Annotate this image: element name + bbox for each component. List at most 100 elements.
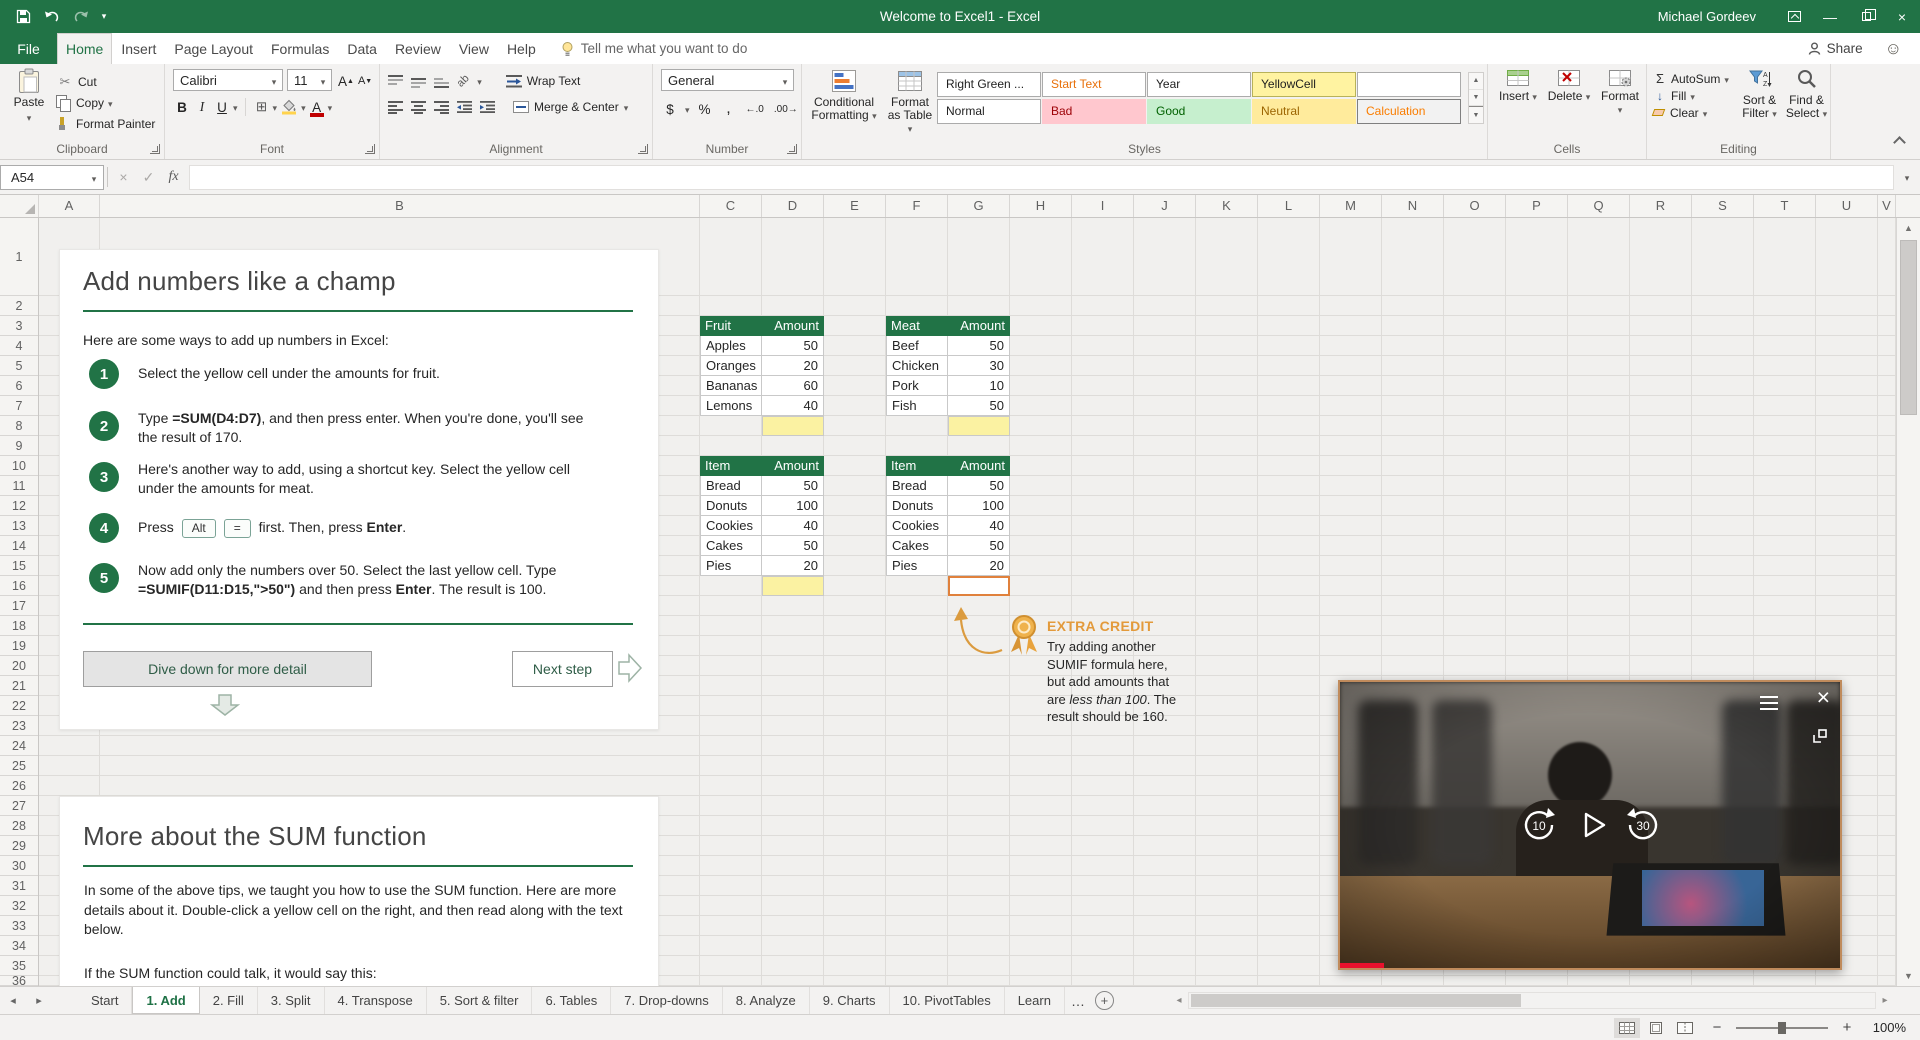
name-box[interactable]: A54	[0, 164, 104, 190]
find-select-button[interactable]: Find & Select	[1784, 68, 1829, 120]
column-header-G[interactable]: G	[948, 195, 1010, 217]
normal-view-button[interactable]	[1614, 1017, 1640, 1038]
format-painter-button[interactable]: Format Painter	[56, 113, 155, 134]
clear-button[interactable]: Clear	[1651, 104, 1729, 121]
ribbon-tab-home[interactable]: Home	[57, 33, 113, 64]
column-header-F[interactable]: F	[886, 195, 948, 217]
share-button[interactable]: Share	[1796, 41, 1875, 56]
alignment-dialog-launcher[interactable]	[638, 144, 648, 154]
underline-button[interactable]: U	[213, 97, 231, 117]
column-header-B[interactable]: B	[100, 195, 700, 217]
row-header-18[interactable]: 18	[0, 616, 38, 636]
table-row[interactable]: Bananas 60	[700, 376, 824, 396]
increase-decimal-icon[interactable]: ←.0	[744, 99, 766, 119]
paste-button[interactable]: Paste	[6, 68, 52, 124]
column-header-Q[interactable]: Q	[1568, 195, 1630, 217]
table-row[interactable]: Chicken 30	[886, 356, 1010, 376]
row-header-30[interactable]: 30	[0, 856, 38, 876]
row-header-25[interactable]: 25	[0, 756, 38, 776]
row-header-21[interactable]: 21	[0, 676, 38, 696]
close-icon[interactable]: ×	[1884, 0, 1920, 33]
gallery-down-icon[interactable]: ▼	[1469, 90, 1483, 107]
sheet-tab-3-split[interactable]: 3. Split	[258, 987, 325, 1014]
column-header-E[interactable]: E	[824, 195, 886, 217]
row-header-7[interactable]: 7	[0, 396, 38, 416]
table-row[interactable]: Cookies 40	[886, 516, 1010, 536]
table-row[interactable]: Donuts 100	[700, 496, 824, 516]
table-row[interactable]: Apples 50	[700, 336, 824, 356]
clipboard-dialog-launcher[interactable]	[150, 144, 160, 154]
format-cells-button[interactable]: Format	[1598, 68, 1642, 116]
decrease-indent-icon[interactable]	[457, 101, 472, 113]
dive-down-button[interactable]: Dive down for more detail	[83, 651, 372, 687]
sheet-tab-2-fill[interactable]: 2. Fill	[200, 987, 258, 1014]
column-header-H[interactable]: H	[1010, 195, 1072, 217]
row-header-11[interactable]: 11	[0, 476, 38, 496]
customize-quick-access-icon[interactable]	[97, 4, 111, 30]
decrease-font-size-icon[interactable]: A ▼	[356, 71, 374, 91]
select-all-corner[interactable]	[0, 195, 39, 217]
column-header-K[interactable]: K	[1196, 195, 1258, 217]
sheet-tab-overflow[interactable]: …	[1065, 987, 1091, 1014]
column-header-S[interactable]: S	[1692, 195, 1754, 217]
save-icon[interactable]	[10, 4, 36, 30]
row-header-34[interactable]: 34	[0, 936, 38, 956]
cut-button[interactable]: ✂ Cut	[56, 71, 155, 92]
align-bottom-icon[interactable]	[434, 75, 449, 88]
decrease-decimal-icon[interactable]: .00→	[772, 99, 800, 119]
number-dialog-launcher[interactable]	[787, 144, 797, 154]
row-header-26[interactable]: 26	[0, 776, 38, 796]
formula-bar-expand-icon[interactable]	[1894, 168, 1920, 186]
row-header-23[interactable]: 23	[0, 716, 38, 736]
cell-style-year[interactable]: Year	[1147, 72, 1251, 97]
column-header-A[interactable]: A	[39, 195, 100, 217]
table-row[interactable]: Cakes 50	[700, 536, 824, 556]
enter-icon[interactable]: ✓	[136, 169, 161, 186]
increase-font-size-icon[interactable]: A ▲	[336, 71, 356, 91]
row-header-22[interactable]: 22	[0, 696, 38, 716]
cell-style-neutral[interactable]: Neutral	[1252, 99, 1356, 124]
row-header-8[interactable]: 8	[0, 416, 38, 436]
video-progress-bar[interactable]	[1340, 963, 1384, 968]
row-header-19[interactable]: 19	[0, 636, 38, 656]
sheet-tab-6-tables[interactable]: 6. Tables	[532, 987, 612, 1014]
table-row[interactable]: Cookies 40	[700, 516, 824, 536]
sheet-nav-left-icon[interactable]: ◂	[0, 987, 26, 1014]
tell-me-box[interactable]: Tell me what you want to do	[561, 33, 747, 64]
column-header-M[interactable]: M	[1320, 195, 1382, 217]
video-forward-30-icon[interactable]: 30	[1623, 805, 1663, 845]
ribbon-tab-page-layout[interactable]: Page Layout	[165, 33, 262, 64]
row-header-28[interactable]: 28	[0, 816, 38, 836]
table-row[interactable]: Pies 20	[700, 556, 824, 576]
bold-button[interactable]: B	[173, 97, 191, 117]
column-header-D[interactable]: D	[762, 195, 824, 217]
ribbon-tab-file[interactable]: File	[0, 33, 57, 64]
row-header-27[interactable]: 27	[0, 796, 38, 816]
insert-cells-button[interactable]: Insert	[1496, 68, 1540, 103]
gallery-more-icon[interactable]: ▼	[1469, 106, 1483, 123]
row-header-2[interactable]: 2	[0, 296, 38, 316]
table-row[interactable]: Fish 50	[886, 396, 1010, 416]
column-header-P[interactable]: P	[1506, 195, 1568, 217]
ribbon-display-options-icon[interactable]	[1776, 0, 1812, 33]
ribbon-tab-formulas[interactable]: Formulas	[262, 33, 338, 64]
horizontal-scrollbar[interactable]: ◂ ▸	[1170, 992, 1894, 1009]
cell-style-blank[interactable]	[1357, 72, 1461, 97]
sort-filter-button[interactable]: AZ Sort & Filter	[1737, 68, 1782, 120]
percent-style-icon[interactable]: %	[696, 99, 714, 119]
column-header-U[interactable]: U	[1816, 195, 1878, 217]
table-row[interactable]: Cakes 50	[886, 536, 1010, 556]
increase-indent-icon[interactable]	[480, 101, 495, 113]
table-row[interactable]: Pies 20	[886, 556, 1010, 576]
table-row[interactable]: Oranges 20	[700, 356, 824, 376]
feedback-smiley-icon[interactable]: ☺	[1875, 39, 1912, 59]
row-header-20[interactable]: 20	[0, 656, 38, 676]
answer-cell-yellow[interactable]	[762, 576, 824, 596]
italic-button[interactable]: I	[193, 97, 211, 117]
zoom-slider-thumb[interactable]	[1778, 1021, 1786, 1034]
ribbon-tab-insert[interactable]: Insert	[112, 33, 165, 64]
answer-cell-yellow[interactable]	[948, 416, 1010, 436]
zoom-percentage[interactable]: 100%	[1866, 1020, 1906, 1035]
row-header-29[interactable]: 29	[0, 836, 38, 856]
video-play-icon[interactable]	[1572, 805, 1612, 845]
